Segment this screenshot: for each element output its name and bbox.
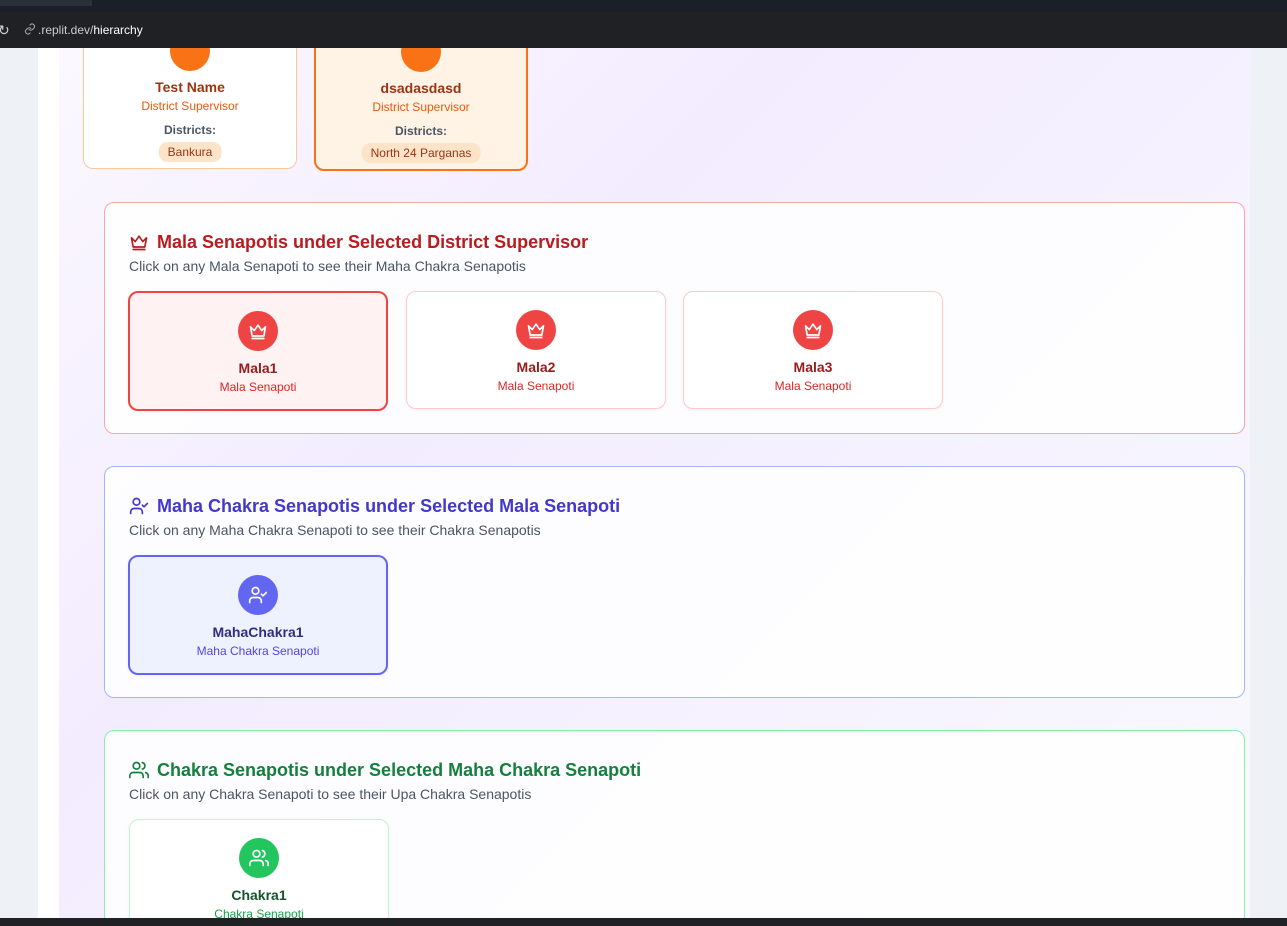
hierarchy-content: Test Name District Supervisor Districts:… xyxy=(59,48,1250,918)
mala-avatar xyxy=(793,310,833,350)
users-icon xyxy=(249,849,269,867)
mala-senapoti-card[interactable]: Mala2 Mala Senapoti xyxy=(406,291,666,409)
section-description: Click on any Maha Chakra Senapoti to see… xyxy=(129,522,541,538)
mala-name: Mala2 xyxy=(516,359,556,375)
mala-role: Mala Senapoti xyxy=(774,379,852,393)
crown-icon xyxy=(130,235,148,251)
url-text[interactable]: .replit.dev/hierarchy xyxy=(38,23,143,37)
supervisor-role: District Supervisor xyxy=(141,99,239,113)
chakra-senapotis-section: Chakra Senapotis under Selected Maha Cha… xyxy=(104,730,1245,918)
browser-address-bar[interactable]: ↻ .replit.dev/hierarchy xyxy=(0,12,1287,48)
user-check-icon xyxy=(248,586,268,604)
maha-chakra-card-selected[interactable]: MahaChakra1 Maha Chakra Senapoti xyxy=(128,555,388,675)
reload-icon[interactable]: ↻ xyxy=(0,22,10,39)
mala-avatar xyxy=(516,310,556,350)
section-title: Mala Senapotis under Selected District S… xyxy=(157,232,589,252)
chakra-name: Chakra1 xyxy=(231,887,287,903)
district-chip: Bankura xyxy=(158,142,222,162)
mala-senapotis-section: Mala Senapotis under Selected District S… xyxy=(104,202,1245,434)
supervisor-role: District Supervisor xyxy=(372,100,470,114)
mala-avatar xyxy=(238,311,278,351)
mala-name: Mala1 xyxy=(238,360,278,376)
districts-label: Districts: xyxy=(163,123,216,137)
supervisor-avatar xyxy=(401,48,441,72)
mala-role: Mala Senapoti xyxy=(497,379,575,393)
user-check-icon xyxy=(129,497,149,515)
section-title: Chakra Senapotis under Selected Maha Cha… xyxy=(157,760,642,780)
district-supervisor-card[interactable]: Test Name District Supervisor Districts:… xyxy=(83,48,297,169)
supervisor-name: dsadasdasd xyxy=(380,80,462,96)
browser-bottom-bar xyxy=(0,918,1287,926)
crown-icon xyxy=(804,323,822,339)
section-description: Click on any Mala Senapoti to see their … xyxy=(129,258,526,274)
url-host: .replit.dev/ xyxy=(38,23,94,37)
chakra-role: Chakra Senapoti xyxy=(214,907,304,918)
districts-label: Districts: xyxy=(394,124,447,138)
maha-chakra-name: MahaChakra1 xyxy=(212,624,304,640)
section-description: Click on any Chakra Senapoti to see thei… xyxy=(129,786,532,802)
chakra-senapoti-card[interactable]: Chakra1 Chakra Senapoti xyxy=(129,819,389,918)
browser-tab[interactable] xyxy=(0,0,92,6)
mala-senapoti-card-selected[interactable]: Mala1 Mala Senapoti xyxy=(128,291,388,411)
supervisor-avatar xyxy=(170,48,210,71)
district-supervisor-card-selected[interactable]: dsadasdasd District Supervisor Districts… xyxy=(314,48,528,171)
link-icon xyxy=(24,23,36,35)
crown-icon xyxy=(249,324,267,340)
maha-chakra-senapotis-section: Maha Chakra Senapotis under Selected Mal… xyxy=(104,466,1245,698)
maha-chakra-avatar xyxy=(238,575,278,615)
crown-icon xyxy=(527,323,545,339)
mala-senapoti-card[interactable]: Mala3 Mala Senapoti xyxy=(683,291,943,409)
supervisor-name: Test Name xyxy=(155,79,225,95)
section-title: Maha Chakra Senapotis under Selected Mal… xyxy=(157,496,621,516)
chakra-avatar xyxy=(239,838,279,878)
district-chip: North 24 Parganas xyxy=(361,143,481,163)
maha-chakra-role: Maha Chakra Senapoti xyxy=(196,644,320,658)
users-icon xyxy=(129,761,149,779)
mala-role: Mala Senapoti xyxy=(219,380,297,394)
page-container: Test Name District Supervisor Districts:… xyxy=(38,48,1250,918)
mala-name: Mala3 xyxy=(793,359,833,375)
url-path: hierarchy xyxy=(93,23,143,37)
